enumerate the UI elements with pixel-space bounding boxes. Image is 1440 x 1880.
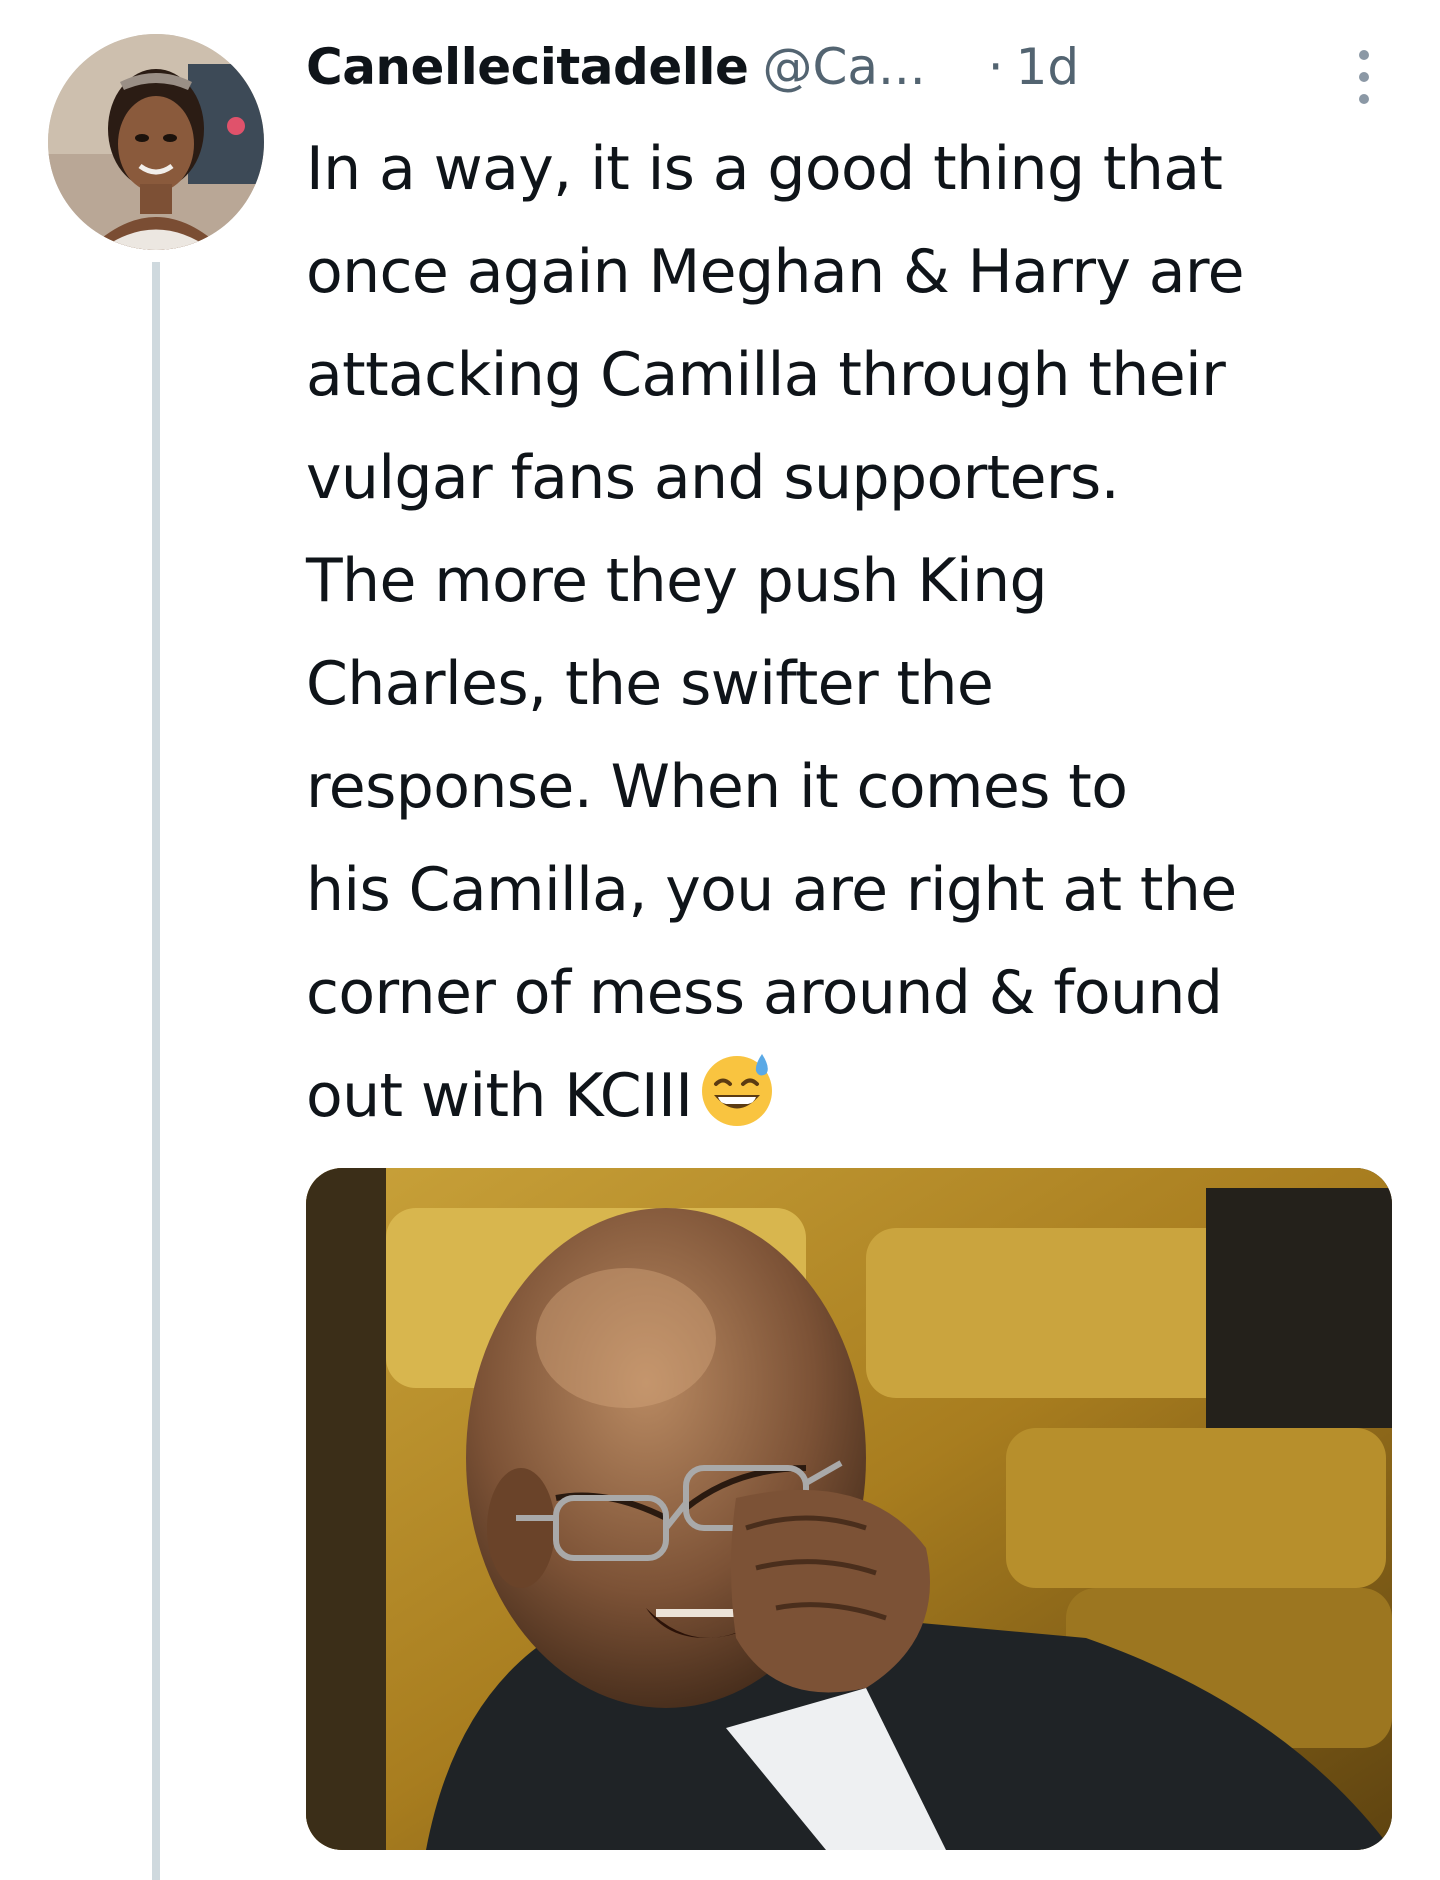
- tweet-text-line: attacking Camilla through their: [306, 340, 1226, 410]
- tweet-text-line: response. When it comes to: [306, 752, 1128, 822]
- tweet[interactable]: Canellecitadelle @Ca... · 1d In a way, i…: [306, 20, 1406, 1148]
- tweet-text-line: out with KCIII: [306, 1061, 693, 1131]
- tweet-text-line: once again Meghan & Harry are: [306, 237, 1245, 307]
- laughing-man-photo: [306, 1168, 1392, 1850]
- tweet-text-line: his Camilla, you are right at the: [306, 855, 1237, 925]
- display-name[interactable]: Canellecitadelle: [306, 38, 749, 96]
- thread-line: [152, 262, 160, 1880]
- avatar[interactable]: [48, 34, 264, 250]
- tweet-text-line: vulgar fans and supporters.: [306, 443, 1120, 513]
- tweet-header: Canellecitadelle @Ca... · 1d: [306, 20, 1406, 114]
- tweet-text-line: In a way, it is a good thing that: [306, 134, 1223, 204]
- separator-dot: ·: [987, 38, 1004, 96]
- tweet-text-line: Charles, the swifter the: [306, 649, 994, 719]
- user-handle[interactable]: @Ca...: [762, 38, 925, 96]
- tweet-media[interactable]: [306, 1168, 1392, 1850]
- tweet-text-line: corner of mess around & found: [306, 958, 1223, 1028]
- avatar-photo: [48, 34, 264, 250]
- tweet-text: In a way, it is a good thing that once a…: [306, 118, 1406, 1148]
- more-options-icon[interactable]: [1353, 48, 1375, 108]
- timestamp[interactable]: 1d: [1016, 38, 1080, 96]
- grinning-face-with-sweat-icon: [702, 1054, 773, 1126]
- tweet-text-line: The more they push King: [306, 546, 1048, 616]
- tweet-text-last-line: out with KCIII: [306, 1045, 1406, 1148]
